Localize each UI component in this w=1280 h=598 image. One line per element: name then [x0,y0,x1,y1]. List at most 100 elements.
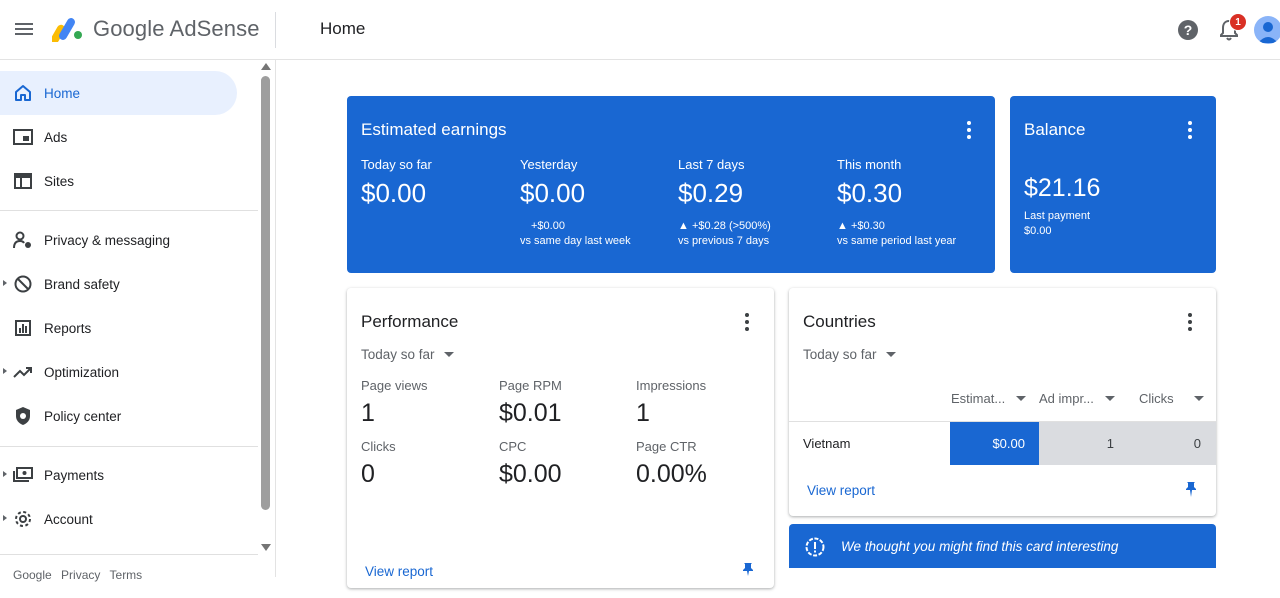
dropdown-arrow-icon [1016,396,1027,401]
card-title: Countries [803,312,876,331]
metric-page-rpm: Page RPM $0.01 [499,378,562,428]
more-vert-icon[interactable] [1187,121,1193,139]
sidebar-item-label: Reports [44,320,92,336]
more-vert-icon[interactable] [744,313,750,331]
country-name: Vietnam [803,436,851,451]
column-header-label: Estimat... [951,391,1006,406]
date-range-dropdown[interactable]: Today so far [803,347,896,362]
sidebar: Home Ads Sites Privacy & messaging Brand… [0,60,276,582]
sidebar-item-label: Ads [44,129,68,145]
metric-page-ctr: Page CTR 0.00% [636,439,707,489]
sidebar-item-policy-center[interactable]: Policy center [0,394,237,438]
dropdown-arrow-icon [1193,396,1204,401]
banner-text: We thought you might find this card inte… [841,539,1119,554]
column-header-impressions[interactable]: Ad impr... [1039,391,1115,406]
delta-compare: vs same period last year [837,235,957,247]
reports-icon [12,317,34,339]
metric-value: $0.01 [499,399,562,427]
metric-value: 1 [636,399,650,427]
balance-value: $21.16 [1024,174,1101,202]
badge-alert-icon [805,537,825,557]
sidebar-item-label: Policy center [44,408,122,424]
expand-arrow-icon[interactable] [3,471,7,477]
nav-divider [0,446,258,447]
banner-body [789,568,1216,598]
sidebar-item-optimization[interactable]: Optimization [0,350,237,394]
metric-value: 1 [361,399,375,427]
avatar[interactable] [1254,16,1280,44]
footer-privacy-link[interactable]: Privacy [61,568,100,582]
column-header-clicks[interactable]: Clicks [1139,391,1204,406]
metric-value: $0.29 [678,178,744,208]
metric-value: $0.00 [499,460,562,488]
earnings-yesterday: Yesterday $0.00 +$0.00 vs same day last … [520,157,631,249]
sites-icon [12,170,34,192]
column-header-label: Clicks [1139,391,1174,406]
sidebar-scrollbar[interactable] [261,76,270,510]
metric-label: Clicks [361,439,396,454]
table-row[interactable]: Vietnam $0.00 1 0 [789,421,1217,465]
view-report-link[interactable]: View report [807,483,875,498]
footer-google-link[interactable]: Google [13,568,52,582]
metric-value: $0.30 [837,178,903,208]
metric-clicks: Clicks 0 [361,439,396,489]
sidebar-item-sites[interactable]: Sites [0,159,237,203]
metric-label: This month [837,157,902,172]
more-vert-icon[interactable] [966,121,972,139]
column-header-earnings[interactable]: Estimat... [951,391,1027,406]
last-payment-value: $0.00 [1024,225,1052,237]
notification-badge: 1 [1229,13,1247,31]
sidebar-item-label: Payments [44,467,105,483]
sidebar-item-payments[interactable]: Payments [0,453,237,497]
menu-icon[interactable] [12,18,36,42]
sidebar-item-privacy[interactable]: Privacy & messaging [0,218,237,262]
scroll-up-arrow[interactable] [261,63,271,70]
clicks-cell: 0 [1128,422,1216,465]
last-payment: Last payment $0.00 [1024,209,1090,239]
sidebar-item-brand-safety[interactable]: Brand safety [0,262,237,306]
metric-cpc: CPC $0.00 [499,439,562,489]
metric-page-views: Page views 1 [361,378,427,428]
privacy-icon [12,229,34,251]
earnings-today: Today so far $0.00 [361,157,432,209]
pin-icon[interactable] [741,562,755,576]
impressions-cell: 1 [1039,422,1128,465]
sidebar-item-ads[interactable]: Ads [0,115,237,159]
metric-label: Page CTR [636,439,697,454]
payments-icon [12,464,34,486]
metric-label: Today so far [361,157,432,172]
user-icon [1258,22,1278,43]
expand-arrow-icon[interactable] [3,515,7,521]
scroll-down-arrow[interactable] [261,544,271,551]
sidebar-item-account[interactable]: Account [0,497,237,541]
sidebar-item-label: Optimization [44,364,120,380]
help-icon[interactable]: ? [1178,20,1198,40]
sidebar-item-label: Account [44,511,93,527]
dropdown-label: Today so far [803,347,877,362]
metric-delta: ▲ +$0.28 (>500%) vs previous 7 days [678,219,771,249]
earnings-last-7-days: Last 7 days $0.29 ▲ +$0.28 (>500%) vs pr… [678,157,771,249]
trending-icon [12,361,34,383]
earnings-this-month: This month $0.30 ▲ +$0.30 vs same period… [837,157,956,249]
brand-name: Google AdSense [93,16,260,41]
block-icon [12,273,34,295]
sidebar-item-reports[interactable]: Reports [0,306,237,350]
expand-arrow-icon[interactable] [3,368,7,374]
delta-value: +$0.00 [531,220,565,232]
sidebar-item-home[interactable]: Home [0,71,237,115]
footer-terms-link[interactable]: Terms [110,568,143,582]
pin-icon[interactable] [1184,481,1198,497]
earnings-cell: $0.00 [950,422,1039,465]
sidebar-item-label: Privacy & messaging [44,232,171,248]
delta-compare: vs previous 7 days [678,235,770,247]
footer-links: Google Privacy Terms [13,568,148,582]
ads-icon [12,126,34,148]
more-vert-icon[interactable] [1187,313,1193,331]
sidebar-item-label: Brand safety [44,276,120,292]
top-app-bar: Google AdSense Home ? 1 [0,0,1280,60]
expand-arrow-icon[interactable] [3,280,7,286]
metric-label: Last 7 days [678,157,745,172]
page-title: Home [320,19,366,38]
dropdown-arrow-icon [443,352,454,357]
date-range-dropdown[interactable]: Today so far [361,347,454,362]
